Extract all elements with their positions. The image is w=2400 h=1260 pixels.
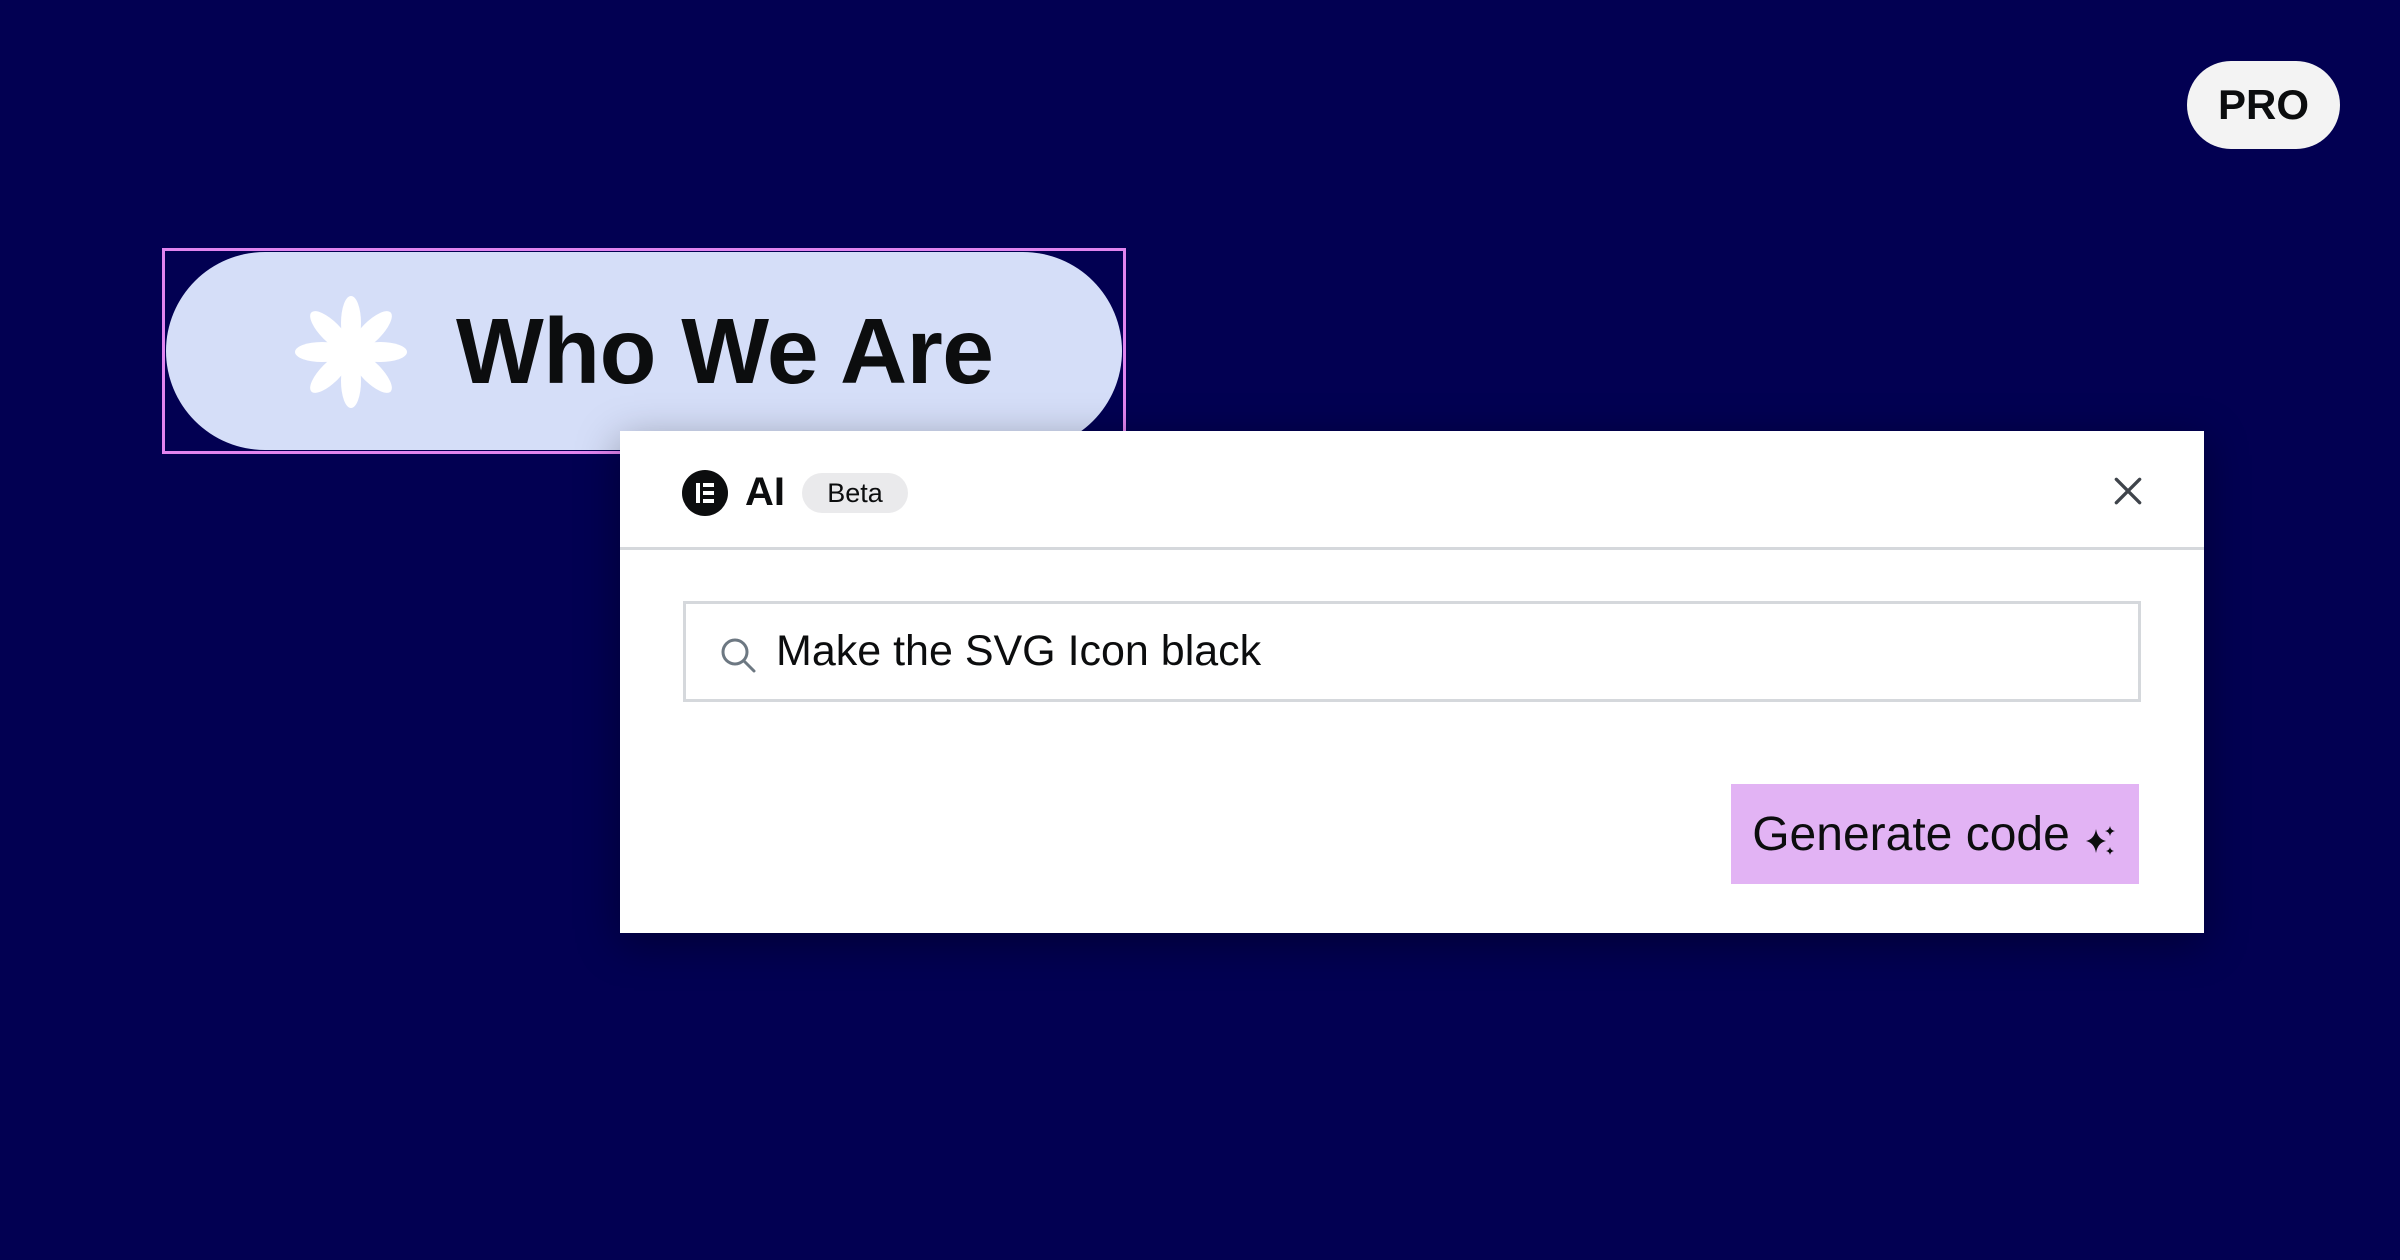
prompt-input[interactable] [776, 604, 2116, 699]
prompt-field[interactable] [683, 601, 2141, 702]
generate-code-button[interactable]: Generate code [1731, 784, 2139, 884]
close-button[interactable] [2110, 475, 2146, 511]
pro-badge: PRO [2187, 61, 2340, 149]
heading-widget[interactable]: Who We Are [166, 252, 1122, 450]
heading-widget-selection[interactable]: Who We Are [162, 248, 1126, 454]
flower-icon [295, 296, 407, 408]
search-icon [719, 636, 757, 674]
close-icon [2113, 476, 2143, 511]
elementor-logo-icon [682, 470, 728, 516]
sparkle-icon [2082, 816, 2118, 855]
generate-code-label: Generate code [1752, 807, 2070, 861]
panel-title: AI [745, 469, 785, 514]
heading-text: Who We Are [456, 298, 994, 403]
pro-badge-label: PRO [2217, 81, 2309, 128]
panel-header: AI Beta [620, 431, 2204, 550]
beta-badge: Beta [802, 473, 908, 513]
ai-panel: AI Beta Generate code [620, 431, 2204, 933]
